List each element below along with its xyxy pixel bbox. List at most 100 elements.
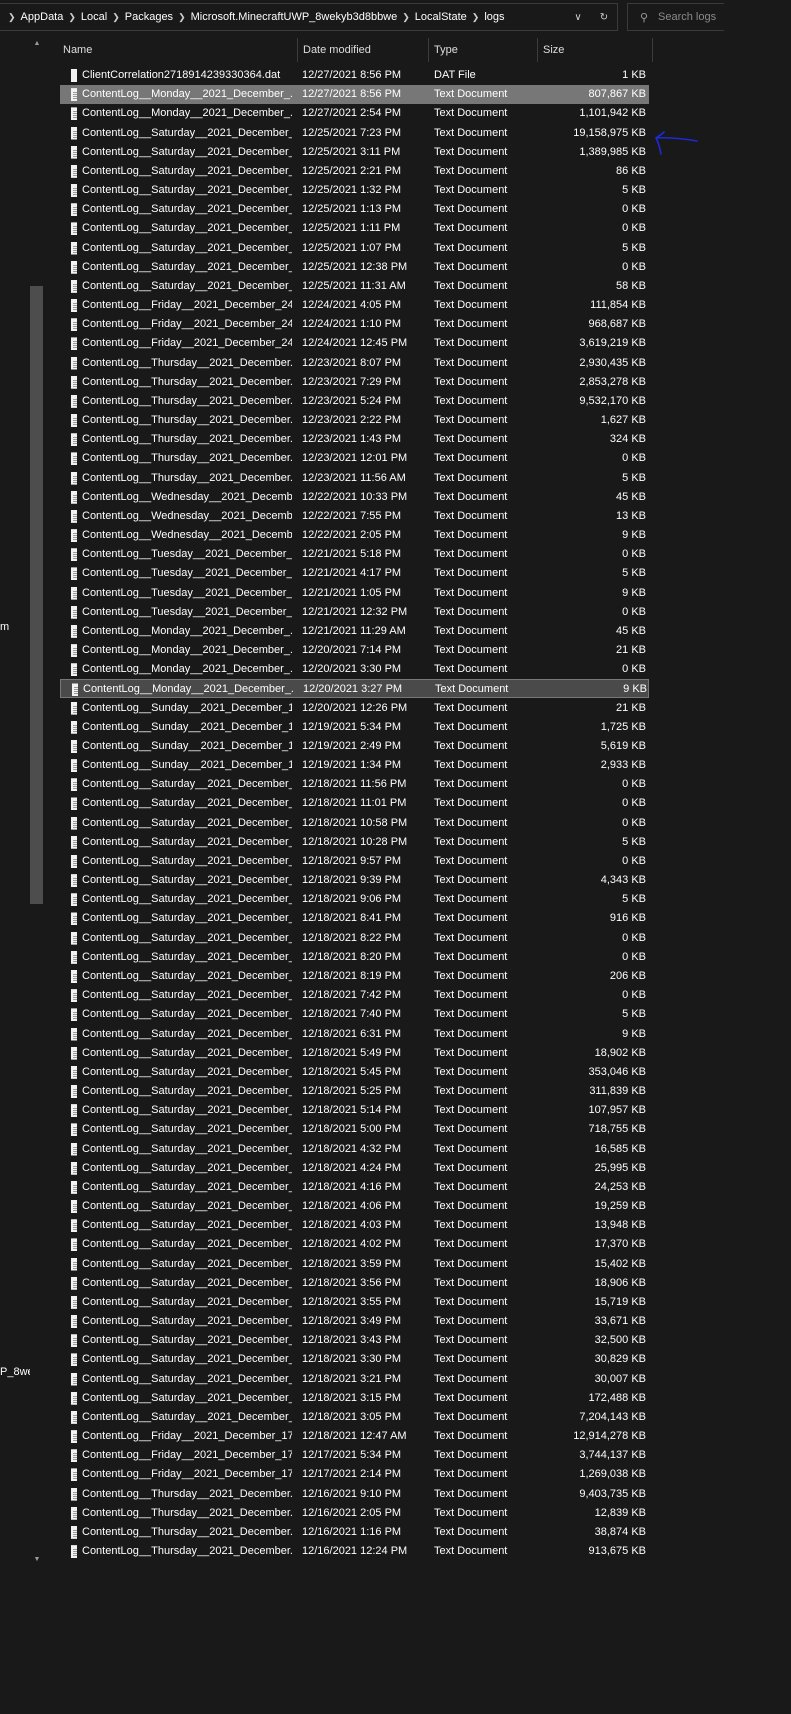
- file-row[interactable]: ContentLog__Saturday__2021_December_... 1…: [60, 775, 649, 794]
- navigation-pane[interactable]: m P_8we ▲ ▼: [0, 34, 46, 1568]
- breadcrumb-localstate[interactable]: LocalState: [415, 11, 467, 23]
- file-row[interactable]: ContentLog__Saturday__2021_December_... 1…: [60, 1063, 649, 1082]
- file-row[interactable]: ContentLog__Saturday__2021_December_... 1…: [60, 852, 649, 871]
- scroll-up-icon[interactable]: ▲: [32, 40, 42, 47]
- file-row[interactable]: ContentLog__Saturday__2021_December_... 1…: [60, 871, 649, 890]
- scroll-down-icon[interactable]: ▼: [32, 1556, 42, 1563]
- breadcrumb-appdata[interactable]: AppData: [21, 11, 64, 23]
- file-row[interactable]: ContentLog__Wednesday__2021_Decemb... 12/…: [60, 507, 649, 526]
- nav-scrollbar[interactable]: ▲ ▼: [30, 34, 44, 1568]
- file-row[interactable]: ContentLog__Saturday__2021_December_... 1…: [60, 1005, 649, 1024]
- breadcrumb-separator-icon[interactable]: ❯: [467, 12, 485, 23]
- file-row[interactable]: ContentLog__Tuesday__2021_December_... 12…: [60, 603, 649, 622]
- file-row[interactable]: ContentLog__Thursday__2021_December... 12…: [60, 430, 649, 449]
- file-row[interactable]: ContentLog__Sunday__2021_December_1... 12…: [60, 718, 649, 737]
- file-row[interactable]: ContentLog__Saturday__2021_December_... 1…: [60, 200, 649, 219]
- file-row[interactable]: ContentLog__Sunday__2021_December_1... 12…: [60, 737, 649, 756]
- file-row[interactable]: ContentLog__Saturday__2021_December_... 1…: [60, 1044, 649, 1063]
- file-row[interactable]: ContentLog__Friday__2021_December_24... 1…: [60, 296, 649, 315]
- file-row[interactable]: ContentLog__Monday__2021_December_... 12/…: [60, 85, 649, 105]
- file-row[interactable]: ContentLog__Saturday__2021_December_... 1…: [60, 1389, 649, 1408]
- file-row[interactable]: ContentLog__Saturday__2021_December_... 1…: [60, 1370, 649, 1389]
- file-row[interactable]: ContentLog__Friday__2021_December_17... 1…: [60, 1465, 649, 1484]
- nav-scrollbar-thumb[interactable]: [30, 286, 43, 904]
- file-row[interactable]: ContentLog__Saturday__2021_December_... 1…: [60, 929, 649, 948]
- file-row[interactable]: ContentLog__Thursday__2021_December... 12…: [60, 373, 649, 392]
- file-row[interactable]: ClientCorrelation2718914239330364.dat 12/…: [60, 66, 649, 85]
- file-row[interactable]: ContentLog__Saturday__2021_December_... 1…: [60, 1197, 649, 1216]
- file-row[interactable]: ContentLog__Saturday__2021_December_... 1…: [60, 1178, 649, 1197]
- file-row[interactable]: ContentLog__Saturday__2021_December_... 1…: [60, 986, 649, 1005]
- nav-item-fragment[interactable]: P_8we: [0, 1366, 34, 1378]
- breadcrumb-separator-icon[interactable]: ❯: [397, 12, 415, 23]
- file-row[interactable]: ContentLog__Saturday__2021_December_... 1…: [60, 143, 649, 162]
- file-row[interactable]: ContentLog__Saturday__2021_December_... 1…: [60, 1312, 649, 1331]
- file-row[interactable]: ContentLog__Saturday__2021_December_... 1…: [60, 277, 649, 296]
- file-row[interactable]: ContentLog__Saturday__2021_December_... 1…: [60, 124, 649, 143]
- file-row[interactable]: ContentLog__Saturday__2021_December_... 1…: [60, 814, 649, 833]
- file-row[interactable]: ContentLog__Saturday__2021_December_... 1…: [60, 162, 649, 181]
- file-row[interactable]: ContentLog__Saturday__2021_December_... 1…: [60, 967, 649, 986]
- file-row[interactable]: ContentLog__Wednesday__2021_Decemb... 12/…: [60, 488, 649, 507]
- file-row[interactable]: ContentLog__Saturday__2021_December_... 1…: [60, 909, 649, 928]
- file-row[interactable]: ContentLog__Tuesday__2021_December_... 12…: [60, 564, 649, 583]
- file-row[interactable]: ContentLog__Saturday__2021_December_... 1…: [60, 1255, 649, 1274]
- file-row[interactable]: ContentLog__Monday__2021_December_... 12/…: [60, 679, 649, 699]
- file-row[interactable]: ContentLog__Saturday__2021_December_... 1…: [60, 890, 649, 909]
- file-row[interactable]: ContentLog__Monday__2021_December_... 12/…: [60, 622, 649, 641]
- file-row[interactable]: ContentLog__Saturday__2021_December_... 1…: [60, 1350, 649, 1369]
- breadcrumb-separator-icon[interactable]: ❯: [63, 12, 81, 23]
- file-row[interactable]: ContentLog__Thursday__2021_December... 12…: [60, 1542, 649, 1561]
- nav-item-fragment[interactable]: m: [0, 621, 9, 633]
- file-row[interactable]: ContentLog__Thursday__2021_December... 12…: [60, 1523, 649, 1542]
- file-row[interactable]: ContentLog__Sunday__2021_December_1... 12…: [60, 699, 649, 718]
- file-row[interactable]: ContentLog__Wednesday__2021_Decemb... 12/…: [60, 526, 649, 545]
- refresh-icon[interactable]: ↻: [591, 12, 617, 23]
- file-row[interactable]: ContentLog__Saturday__2021_December_... 1…: [60, 794, 649, 813]
- file-row[interactable]: ContentLog__Saturday__2021_December_... 1…: [60, 1140, 649, 1159]
- file-row[interactable]: ContentLog__Saturday__2021_December_... 1…: [60, 833, 649, 852]
- search-input[interactable]: ⚲ Search logs: [627, 3, 724, 31]
- file-row[interactable]: ContentLog__Saturday__2021_December_... 1…: [60, 948, 649, 967]
- file-row[interactable]: ContentLog__Saturday__2021_December_... 1…: [60, 1101, 649, 1120]
- file-row[interactable]: ContentLog__Saturday__2021_December_... 1…: [60, 1331, 649, 1350]
- file-row[interactable]: ContentLog__Friday__2021_December_24... 1…: [60, 315, 649, 334]
- file-row[interactable]: ContentLog__Saturday__2021_December_... 1…: [60, 1216, 649, 1235]
- chevron-down-icon[interactable]: ∨: [565, 12, 591, 23]
- column-header-date-modified[interactable]: Date modified: [298, 38, 429, 62]
- file-row[interactable]: ContentLog__Thursday__2021_December... 12…: [60, 411, 649, 430]
- file-row[interactable]: ContentLog__Monday__2021_December_... 12/…: [60, 660, 649, 679]
- file-row[interactable]: ContentLog__Monday__2021_December_... 12/…: [60, 641, 649, 660]
- file-row[interactable]: ContentLog__Saturday__2021_December_... 1…: [60, 258, 649, 277]
- file-row[interactable]: ContentLog__Tuesday__2021_December_... 12…: [60, 545, 649, 564]
- file-row[interactable]: ContentLog__Thursday__2021_December... 12…: [60, 1504, 649, 1523]
- column-header-name[interactable]: Name: [58, 38, 298, 62]
- file-row[interactable]: ContentLog__Thursday__2021_December... 12…: [60, 354, 649, 373]
- breadcrumb-packages[interactable]: Packages: [125, 11, 173, 23]
- file-row[interactable]: ContentLog__Saturday__2021_December_... 1…: [60, 1293, 649, 1312]
- file-row[interactable]: ContentLog__Thursday__2021_December... 12…: [60, 1485, 649, 1504]
- breadcrumb-separator-icon[interactable]: ❯: [107, 12, 125, 23]
- breadcrumb-minecraft-package[interactable]: Microsoft.MinecraftUWP_8wekyb3d8bbwe: [191, 11, 398, 23]
- file-row[interactable]: ContentLog__Saturday__2021_December_... 1…: [60, 1159, 649, 1178]
- file-row[interactable]: ContentLog__Thursday__2021_December... 12…: [60, 449, 649, 468]
- file-row[interactable]: ContentLog__Saturday__2021_December_... 1…: [60, 219, 649, 238]
- file-row[interactable]: ContentLog__Saturday__2021_December_... 1…: [60, 181, 649, 200]
- file-row[interactable]: ContentLog__Friday__2021_December_17... 1…: [60, 1427, 649, 1446]
- file-row[interactable]: ContentLog__Thursday__2021_December... 12…: [60, 469, 649, 488]
- file-row[interactable]: ContentLog__Sunday__2021_December_1... 12…: [60, 756, 649, 775]
- file-row[interactable]: ContentLog__Saturday__2021_December_... 1…: [60, 1082, 649, 1101]
- file-row[interactable]: ContentLog__Friday__2021_December_17... 1…: [60, 1446, 649, 1465]
- column-header-type[interactable]: Type: [429, 38, 538, 62]
- file-row[interactable]: ContentLog__Saturday__2021_December_... 1…: [60, 239, 649, 258]
- address-bar[interactable]: ❯ AppData ❯ Local ❯ Packages ❯ Microsoft…: [0, 3, 618, 31]
- file-row[interactable]: ContentLog__Saturday__2021_December_... 1…: [60, 1274, 649, 1293]
- breadcrumb-logs[interactable]: logs: [484, 11, 504, 23]
- breadcrumb-separator-icon[interactable]: ❯: [3, 12, 21, 23]
- file-row[interactable]: ContentLog__Saturday__2021_December_... 1…: [60, 1120, 649, 1139]
- file-row[interactable]: ContentLog__Friday__2021_December_24... 1…: [60, 334, 649, 353]
- breadcrumb-local[interactable]: Local: [81, 11, 107, 23]
- file-row[interactable]: ContentLog__Monday__2021_December_... 12/…: [60, 104, 649, 123]
- column-header-size[interactable]: Size: [538, 38, 653, 62]
- file-row[interactable]: ContentLog__Saturday__2021_December_... 1…: [60, 1025, 649, 1044]
